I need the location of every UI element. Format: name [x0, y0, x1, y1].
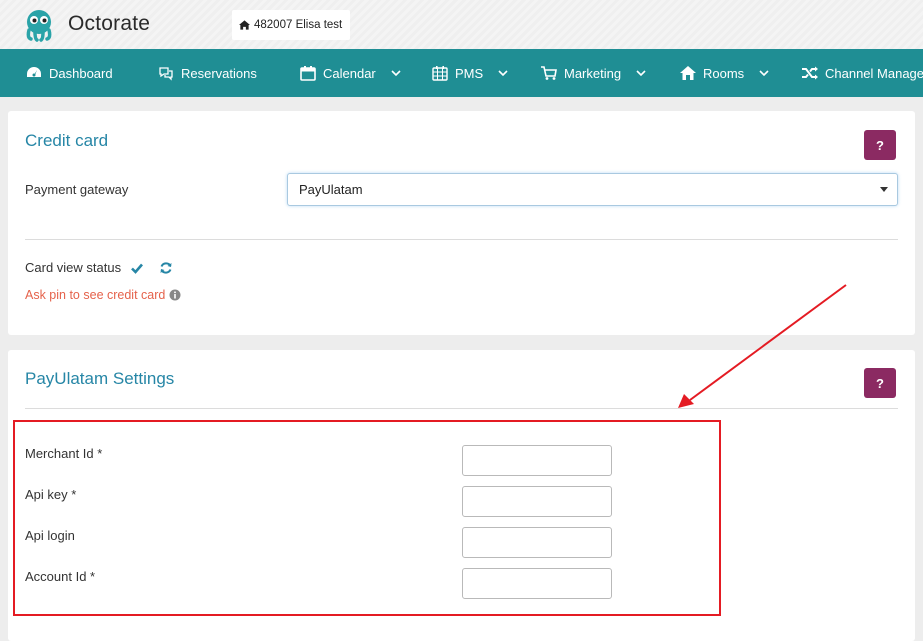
payment-gateway-select[interactable]: PayUlatam — [287, 173, 898, 206]
nav-label: PMS — [455, 65, 484, 81]
payment-gateway-value: PayUlatam — [299, 182, 363, 197]
shuffle-icon — [802, 66, 818, 80]
payment-gateway-label: Payment gateway — [25, 182, 129, 197]
nav-label: Reservations — [181, 65, 257, 81]
dashboard-icon — [27, 67, 41, 77]
nav-label: Marketing — [564, 65, 622, 81]
api-key-label: Api key * — [25, 487, 77, 502]
calendar-grid-icon — [432, 66, 448, 81]
home-icon — [680, 66, 696, 80]
nav-label: Channel Manager — [825, 65, 923, 81]
divider — [25, 408, 898, 409]
cart-icon — [541, 66, 557, 80]
info-icon — [169, 289, 181, 301]
brand-name: Octorate — [68, 12, 151, 35]
nav-label: Calendar — [323, 65, 376, 81]
merchant-id-input[interactable] — [462, 445, 612, 476]
credit-card-panel: Credit card ? Payment gateway PayUlatam … — [8, 111, 915, 335]
refresh-icon[interactable] — [159, 261, 173, 275]
chat-icon — [159, 67, 173, 81]
property-label: 482007 Elisa test — [254, 19, 343, 31]
ask-pin-link[interactable]: Ask pin to see credit card — [25, 288, 165, 302]
nav-item-marketing[interactable]: Marketing — [541, 49, 646, 97]
help-button[interactable]: ? — [864, 368, 896, 398]
payulatam-settings-title: PayUlatam Settings — [25, 369, 175, 388]
nav-item-pms[interactable]: PMS — [432, 49, 508, 97]
nav-item-channel-manager[interactable]: Channel Manager — [802, 49, 923, 97]
nav-item-dashboard[interactable]: Dashboard — [26, 49, 113, 97]
divider — [25, 239, 898, 240]
ask-pin-row: Ask pin to see credit card — [25, 288, 181, 302]
chevron-down-icon — [636, 70, 646, 77]
property-selector[interactable]: 482007 Elisa test — [232, 10, 350, 40]
main-nav: Dashboard Reservations Calendar PMS Mark… — [0, 49, 923, 97]
home-icon — [239, 20, 250, 30]
merchant-id-label: Merchant Id * — [25, 446, 103, 461]
help-button[interactable]: ? — [864, 130, 896, 160]
nav-item-rooms[interactable]: Rooms — [680, 49, 769, 97]
nav-label: Rooms — [703, 65, 745, 81]
nav-item-calendar[interactable]: Calendar — [300, 49, 401, 97]
nav-item-reservations[interactable]: Reservations — [158, 49, 257, 97]
api-login-label: Api login — [25, 528, 75, 543]
credit-card-title: Credit card — [25, 131, 109, 150]
account-id-label: Account Id * — [25, 569, 96, 584]
calendar-icon — [300, 66, 316, 81]
api-key-input[interactable] — [462, 486, 612, 517]
nav-label: Dashboard — [49, 65, 113, 81]
payulatam-settings-panel: PayUlatam Settings ? Merchant Id * Api k… — [8, 350, 915, 641]
caret-down-icon — [880, 187, 888, 192]
chevron-down-icon — [391, 70, 401, 77]
top-header: Octorate 482007 Elisa test — [0, 0, 923, 49]
octorate-logo-icon[interactable] — [22, 8, 56, 42]
account-id-input[interactable] — [462, 568, 612, 599]
api-login-input[interactable] — [462, 527, 612, 558]
card-view-status-row: Card view status — [25, 260, 173, 275]
card-view-status-label: Card view status — [25, 260, 122, 275]
chevron-down-icon — [759, 70, 769, 77]
check-icon — [131, 263, 144, 274]
chevron-down-icon — [498, 70, 508, 77]
